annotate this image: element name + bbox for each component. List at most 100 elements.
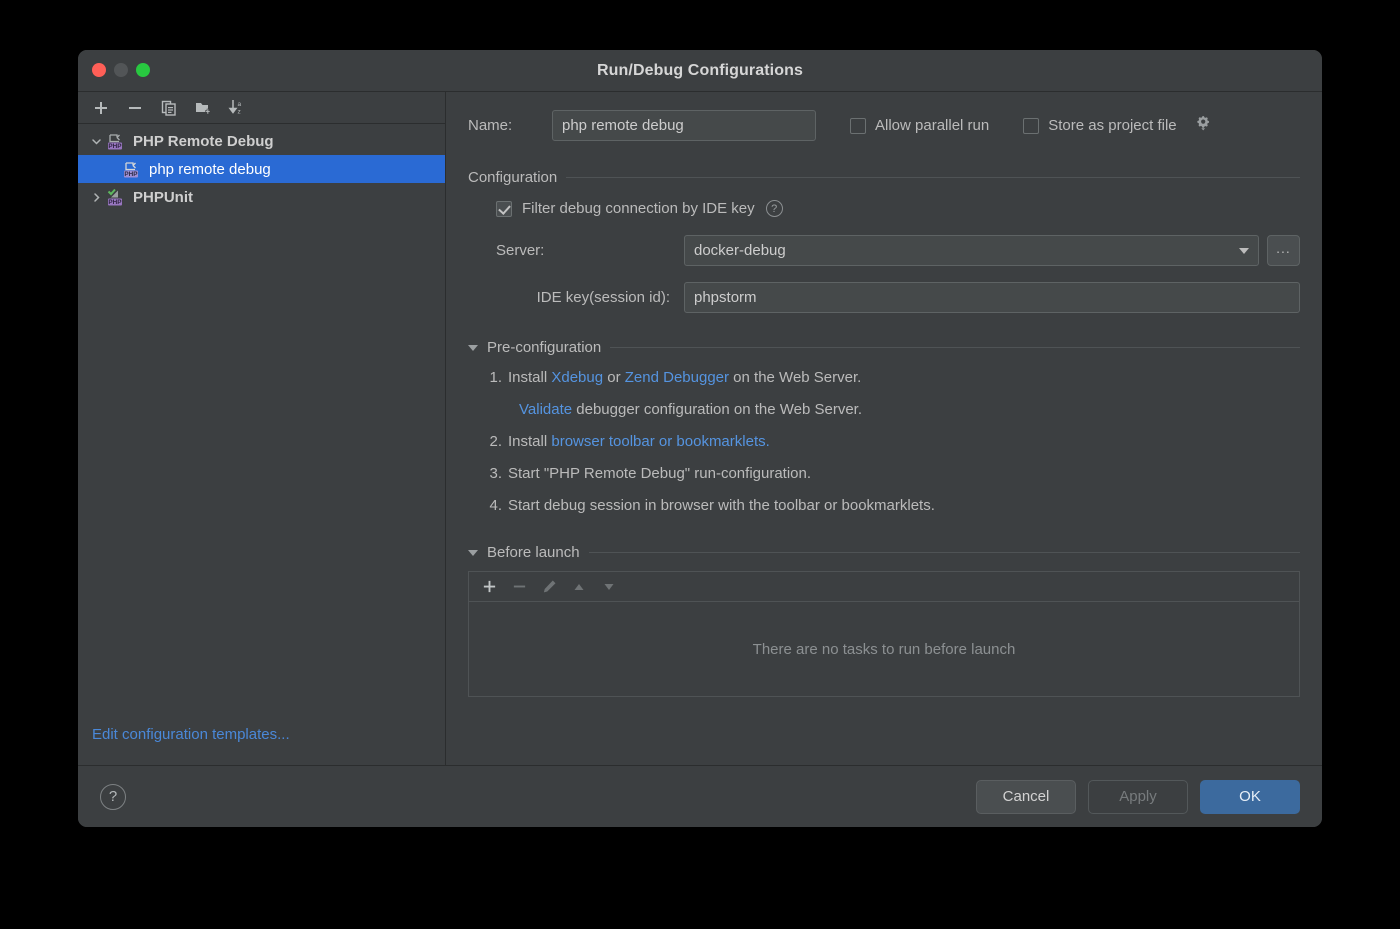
allow-parallel-run-checkbox[interactable]: Allow parallel run [850, 117, 989, 134]
preconfiguration-step: 4. Start debug session in browser with t… [486, 490, 1300, 522]
preconfiguration-section-header: Pre-configuration [468, 339, 1300, 356]
configurations-sidebar: a z PHP PHP Remote Debug PHP php remote … [78, 92, 446, 765]
server-select[interactable]: docker-debug [684, 235, 1259, 266]
store-as-project-file-label: Store as project file [1048, 117, 1177, 134]
pencil-icon [543, 580, 555, 593]
window-title: Run/Debug Configurations [597, 62, 803, 79]
before-launch-empty-text: There are no tasks to run before launch [752, 640, 1016, 658]
step-number: 3. [489, 465, 502, 482]
chevron-down-icon [1239, 247, 1249, 254]
collapse-triangle-icon[interactable] [468, 549, 478, 556]
preconfiguration-step: 3. Start "PHP Remote Debug" run-configur… [486, 458, 1300, 490]
preconfiguration-step: Validate debugger configuration on the W… [486, 394, 1300, 426]
configuration-section-header: Configuration [468, 169, 1300, 186]
svg-text:PHP: PHP [108, 143, 122, 150]
add-task-button[interactable] [475, 575, 503, 599]
svg-text:PHP: PHP [108, 199, 122, 206]
tree-item-phpunit-group[interactable]: PHP PHPUnit [78, 183, 445, 211]
help-button[interactable]: ? [100, 783, 126, 810]
remove-configuration-button[interactable] [120, 95, 150, 121]
edit-configuration-templates-label: Edit configuration templates... [92, 726, 290, 743]
name-label: Name: [468, 117, 513, 134]
zend-debugger-link[interactable]: Zend Debugger [625, 369, 729, 386]
question-circle-icon[interactable]: ? [765, 200, 783, 217]
ok-button[interactable]: OK [1200, 779, 1300, 814]
name-row: Name: Allow parallel run Store as projec… [468, 110, 1300, 141]
chevron-right-icon[interactable] [86, 187, 106, 207]
ide-key-input[interactable] [684, 282, 1300, 313]
filter-debug-connection-label: Filter debug connection by IDE key [522, 200, 755, 217]
footer-buttons: Cancel Apply OK [976, 779, 1300, 814]
browser-toolbar-link[interactable]: browser toolbar or bookmarklets. [551, 433, 769, 450]
php-remote-debug-icon: PHP [122, 159, 142, 179]
tree-item-label: php remote debug [149, 160, 271, 178]
step-text-part: on the Web Server. [729, 369, 862, 386]
edit-task-button [535, 575, 563, 599]
section-divider [610, 347, 1300, 348]
ide-key-row: IDE key(session id): [496, 282, 1300, 313]
step-text-part: or [603, 369, 625, 386]
collapse-triangle-icon[interactable] [468, 344, 478, 351]
before-launch-section-header: Before launch [468, 544, 1300, 561]
step-number: 1. [489, 369, 502, 386]
arrow-down-icon [604, 583, 614, 590]
step-text: Install Xdebug or Zend Debugger on the W… [508, 362, 861, 394]
minimize-window-button[interactable] [114, 63, 128, 77]
filter-debug-connection-checkbox[interactable] [496, 200, 512, 217]
move-task-down-button [595, 575, 623, 599]
sort-az-icon: a z [228, 100, 242, 116]
step-text-part: Install [508, 369, 552, 386]
before-launch-toolbar [468, 571, 1300, 601]
before-launch-section-label: Before launch [487, 544, 580, 561]
remove-task-button [505, 575, 533, 599]
php-remote-debug-icon: PHP [106, 131, 126, 151]
add-configuration-button[interactable] [86, 95, 116, 121]
step-number: 2. [489, 433, 502, 450]
tree-item-label: PHPUnit [133, 188, 193, 206]
server-browse-button[interactable]: ... [1267, 235, 1300, 266]
gear-dropdown-icon[interactable] [1194, 114, 1212, 137]
run-debug-configurations-dialog: Run/Debug Configurations a z PHP PHP Rem… [78, 50, 1322, 827]
checkbox-box[interactable] [850, 117, 866, 134]
new-folder-icon [195, 102, 210, 114]
preconfiguration-step: 1. Install Xdebug or Zend Debugger on th… [486, 362, 1300, 394]
svg-text:PHP: PHP [124, 171, 138, 178]
minus-icon [129, 106, 141, 109]
step-text-part: Install [508, 433, 552, 450]
minus-icon [513, 585, 525, 588]
apply-button[interactable]: Apply [1088, 779, 1188, 814]
copy-configuration-button[interactable] [154, 95, 184, 121]
tree-item-php-remote-debug-group[interactable]: PHP PHP Remote Debug [78, 127, 445, 155]
store-as-project-file-checkbox[interactable]: Store as project file [1023, 114, 1211, 137]
plus-icon [483, 580, 495, 593]
section-divider [566, 177, 1300, 178]
before-launch-task-list[interactable]: There are no tasks to run before launch [468, 601, 1300, 697]
arrow-up-icon [574, 583, 584, 590]
cancel-button[interactable]: Cancel [976, 779, 1076, 814]
close-window-button[interactable] [92, 63, 106, 77]
xdebug-link[interactable]: Xdebug [551, 369, 603, 386]
move-task-up-button [565, 575, 593, 599]
configuration-section-label: Configuration [468, 169, 558, 186]
plus-icon [95, 101, 107, 114]
filter-debug-row: Filter debug connection by IDE key ? [496, 200, 1300, 217]
chevron-down-icon[interactable] [86, 131, 106, 151]
tree-item-php-remote-debug-config[interactable]: PHP php remote debug [78, 155, 445, 183]
phpunit-icon: PHP [106, 187, 126, 207]
name-input[interactable] [552, 110, 816, 141]
preconfiguration-step: 2. Install browser toolbar or bookmarkle… [486, 426, 1300, 458]
server-row: Server: docker-debug ... [496, 235, 1300, 266]
step-number [486, 394, 508, 426]
configuration-editor-pane: Name: Allow parallel run Store as projec… [446, 92, 1322, 765]
validate-link[interactable]: Validate [519, 401, 572, 418]
new-folder-button[interactable] [188, 95, 218, 121]
allow-parallel-run-label: Allow parallel run [875, 117, 990, 134]
maximize-window-button[interactable] [136, 63, 150, 77]
edit-configuration-templates-link[interactable]: Edit configuration templates... [78, 726, 445, 765]
tree-item-label: PHP Remote Debug [133, 132, 274, 150]
preconfiguration-steps: 1. Install Xdebug or Zend Debugger on th… [468, 362, 1300, 522]
sort-configurations-button[interactable]: a z [222, 95, 252, 121]
step-text: Start "PHP Remote Debug" run-configurati… [508, 465, 812, 482]
dialog-footer: ? Cancel Apply OK [78, 765, 1322, 827]
checkbox-box[interactable] [1023, 117, 1040, 134]
